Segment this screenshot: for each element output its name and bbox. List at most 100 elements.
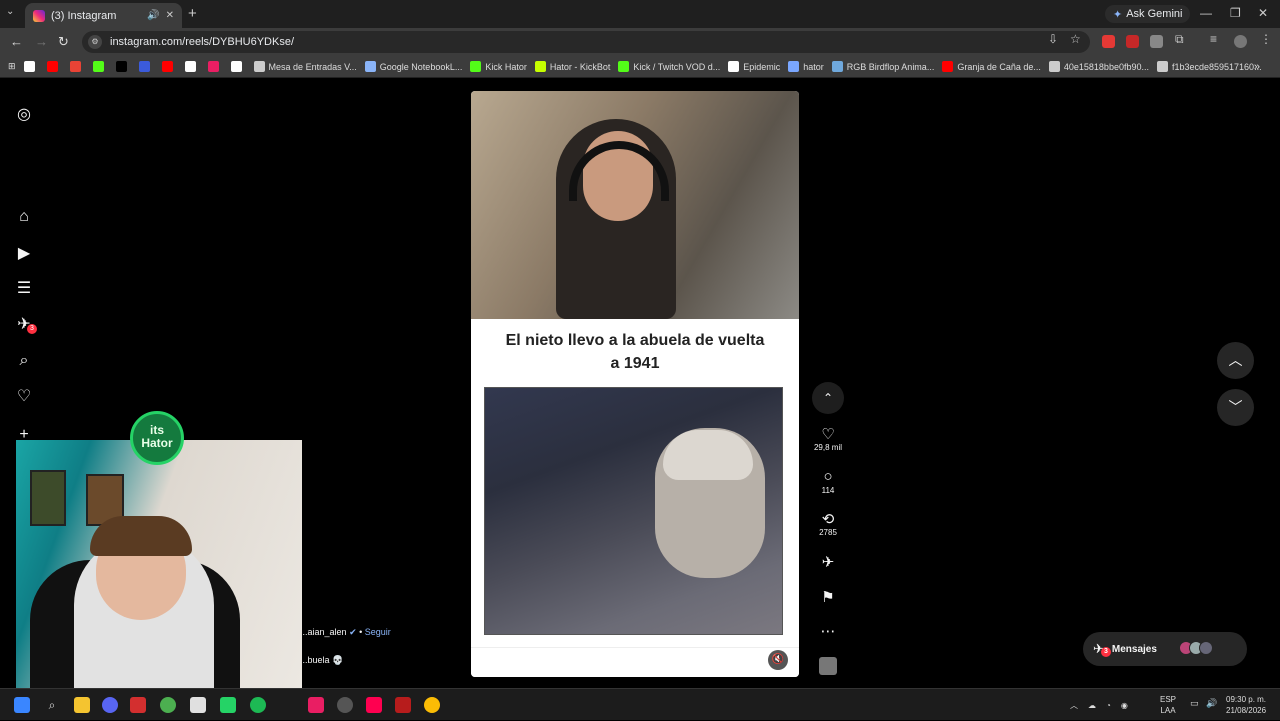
share-button[interactable]: ✈ bbox=[810, 553, 846, 571]
bookmark-item[interactable] bbox=[207, 61, 223, 72]
app-icon[interactable] bbox=[130, 697, 146, 713]
bookmark-item[interactable]: f1b3ecde859517160... bbox=[1156, 61, 1262, 72]
bookmark-label: RGB Birdflop Anima... bbox=[846, 61, 935, 72]
bookmark-item[interactable]: Granja de Caña de... bbox=[942, 61, 1041, 72]
cloud-icon[interactable]: ☁ bbox=[1088, 701, 1096, 710]
reel-caption: El nieto llevo a la abuela de vuelta a 1… bbox=[505, 332, 765, 372]
obs-icon[interactable] bbox=[337, 697, 353, 713]
bookmark-item[interactable] bbox=[230, 61, 246, 72]
start-icon[interactable] bbox=[14, 697, 30, 713]
reload-icon[interactable]: ↻ bbox=[58, 34, 69, 50]
ask-gemini-button[interactable]: ✦ Ask Gemini bbox=[1105, 5, 1191, 23]
bookmark-item[interactable]: Mesa de Entradas V... bbox=[253, 61, 357, 72]
previous-reel-up-icon[interactable]: ⌃ bbox=[812, 382, 844, 414]
app-icon[interactable] bbox=[308, 697, 324, 713]
chrome-icon[interactable] bbox=[424, 697, 440, 713]
profile-avatar[interactable] bbox=[1234, 35, 1247, 48]
tab-list-chevron-icon[interactable]: ⌄ bbox=[6, 6, 14, 17]
language-indicator[interactable]: ESP LAA bbox=[1160, 694, 1176, 716]
extensions-puzzle-icon[interactable]: ⧉ bbox=[1175, 32, 1184, 47]
bookmark-item[interactable]: Epidemic bbox=[728, 61, 780, 72]
install-icon[interactable]: ⇩ bbox=[1048, 32, 1058, 46]
poster bbox=[30, 470, 66, 526]
previous-reel-button[interactable]: ︿ bbox=[1217, 342, 1254, 379]
bookmark-favicon-icon bbox=[534, 61, 546, 72]
feed-icon[interactable]: ☰ bbox=[14, 279, 34, 299]
audio-icon[interactable]: 🔊 bbox=[147, 10, 159, 21]
tiktok-icon[interactable] bbox=[366, 697, 382, 713]
app-icon[interactable] bbox=[395, 697, 411, 713]
bookmark-item[interactable] bbox=[161, 61, 177, 72]
messages-button[interactable]: ✈ 3 Mensajes bbox=[1083, 632, 1247, 666]
bookmark-item[interactable] bbox=[69, 61, 85, 72]
extension-icon[interactable] bbox=[1102, 35, 1115, 48]
mute-icon[interactable]: 🔇 bbox=[768, 650, 788, 670]
whatsapp-icon[interactable] bbox=[220, 697, 236, 713]
volume-icon[interactable]: 🔊 bbox=[1206, 698, 1217, 709]
bookmark-item[interactable]: hator bbox=[788, 61, 824, 72]
system-tray: ︿ ☁ ◔ ◉ bbox=[1070, 689, 1128, 721]
bookmark-icon: ⚑ bbox=[821, 589, 835, 606]
reels-icon[interactable]: ▶ bbox=[14, 244, 34, 264]
extension-icon[interactable] bbox=[1150, 35, 1163, 48]
url-text[interactable]: instagram.com/reels/DYBHU6YDKse/ bbox=[110, 36, 294, 48]
heart-icon[interactable]: ♡ bbox=[14, 387, 34, 407]
reel-video[interactable]: El nieto llevo a la abuela de vuelta a 1… bbox=[471, 91, 799, 677]
back-icon[interactable]: ← bbox=[10, 34, 23, 49]
bookmark-item[interactable] bbox=[92, 61, 108, 72]
display-icon[interactable]: ▭ bbox=[1190, 698, 1199, 709]
bookmark-item[interactable] bbox=[46, 61, 62, 72]
app-icon[interactable] bbox=[160, 697, 176, 713]
instagram-favicon-icon bbox=[33, 9, 45, 22]
bookmark-item[interactable] bbox=[23, 61, 39, 72]
site-info-icon[interactable]: ⚙ bbox=[88, 35, 102, 49]
bookmark-item[interactable]: Kick Hator bbox=[470, 61, 527, 72]
audio-thumbnail[interactable] bbox=[819, 657, 837, 675]
address-bar[interactable]: ⚙ instagram.com/reels/DYBHU6YDKse/ bbox=[82, 31, 1090, 53]
extension-icon[interactable] bbox=[1126, 35, 1139, 48]
search-icon[interactable]: ⌕ bbox=[14, 351, 34, 371]
close-window-icon[interactable]: ✕ bbox=[1258, 6, 1268, 20]
search-icon[interactable]: ⌕ bbox=[44, 697, 60, 713]
save-button[interactable]: ⚑ bbox=[810, 588, 846, 606]
lang-line2: LAA bbox=[1160, 706, 1176, 715]
spotify-icon[interactable] bbox=[250, 697, 266, 713]
tab-instagram[interactable]: (3) Instagram 🔊 ✕ bbox=[25, 3, 182, 28]
author-name[interactable]: ...aian_alen bbox=[300, 627, 347, 637]
bookmark-item[interactable]: Hator - KickBot bbox=[534, 61, 610, 72]
more-options-button[interactable]: ⋯ bbox=[810, 622, 846, 640]
new-tab-button[interactable]: + bbox=[188, 5, 197, 22]
wifi-icon[interactable]: ◔ bbox=[1106, 701, 1111, 710]
bookmark-item[interactable] bbox=[184, 61, 200, 72]
apps-grid-icon[interactable]: ⊞ bbox=[8, 61, 16, 72]
app-icon[interactable] bbox=[190, 697, 206, 713]
forward-icon[interactable]: → bbox=[35, 34, 48, 49]
bookmark-item[interactable]: Kick / Twitch VOD d... bbox=[618, 61, 720, 72]
bookmark-item[interactable] bbox=[115, 61, 131, 72]
minimize-icon[interactable]: — bbox=[1200, 6, 1212, 20]
bookmark-item[interactable]: 40e15818bbe0fb90... bbox=[1048, 61, 1149, 72]
bookmark-item[interactable] bbox=[138, 61, 154, 72]
next-reel-button[interactable]: ﹀ bbox=[1217, 389, 1254, 426]
repost-button[interactable]: ⟲ 2785 bbox=[810, 510, 846, 537]
windows-taskbar: ⌕ ︿ ☁ ◔ ◉ ESP LAA ▭ 🔊 09:30 p. m. 21/08/… bbox=[0, 688, 1280, 720]
tab-search-icon[interactable]: ≡ bbox=[1210, 32, 1217, 46]
like-button[interactable]: ♡ 29,8 mil bbox=[810, 425, 846, 452]
instagram-logo-icon[interactable]: ◎ bbox=[14, 105, 34, 125]
discord-icon[interactable] bbox=[102, 697, 118, 713]
follow-button[interactable]: Seguir bbox=[365, 627, 391, 637]
close-tab-icon[interactable]: ✕ bbox=[166, 10, 174, 21]
clock[interactable]: 09:30 p. m. 21/08/2026 bbox=[1226, 694, 1266, 716]
bookmark-item[interactable]: RGB Birdflop Anima... bbox=[831, 61, 935, 72]
more-icon: ⋯ bbox=[820, 623, 836, 640]
security-icon[interactable]: ◉ bbox=[1121, 701, 1128, 710]
comment-button[interactable]: ○ 114 bbox=[810, 468, 846, 495]
bookmark-star-icon[interactable]: ☆ bbox=[1070, 32, 1081, 46]
menu-icon[interactable]: ⋮ bbox=[1260, 32, 1272, 46]
home-icon[interactable]: ⌂ bbox=[14, 207, 34, 227]
more-bookmarks-icon[interactable]: » bbox=[1254, 61, 1260, 73]
chevron-up-icon[interactable]: ︿ bbox=[1070, 700, 1078, 711]
bookmark-item[interactable]: Google NotebookL... bbox=[364, 61, 462, 72]
maximize-icon[interactable]: ❐ bbox=[1230, 6, 1241, 20]
file-explorer-icon[interactable] bbox=[74, 697, 90, 713]
